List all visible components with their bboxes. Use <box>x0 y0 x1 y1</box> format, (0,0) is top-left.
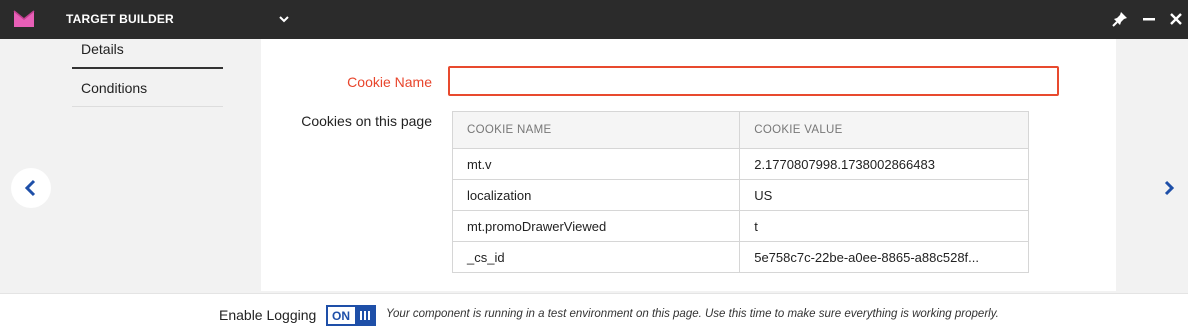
minimize-icon[interactable] <box>1140 10 1158 28</box>
footer-bar: Enable Logging ON Your component is runn… <box>0 293 1188 333</box>
logging-toggle[interactable]: ON <box>326 305 376 326</box>
title-bar: TARGET BUILDER <box>0 0 1188 39</box>
cookie-value-cell: t <box>739 210 1029 242</box>
chevron-left-icon <box>24 179 36 197</box>
column-header-cookie-name: COOKIE NAME <box>451 111 741 149</box>
cookie-name-cell: _cs_id <box>451 241 741 273</box>
column-header-cookie-value: COOKIE VALUE <box>739 111 1029 149</box>
tab-conditions[interactable]: Conditions <box>72 69 223 107</box>
app-title: TARGET BUILDER <box>66 12 174 26</box>
cookies-table: COOKIE NAME COOKIE VALUE mt.v 2.17708079… <box>451 111 1029 273</box>
test-environment-message: Your component is running in a test envi… <box>386 308 999 320</box>
cookie-name-label: Cookie Name <box>347 74 432 90</box>
toggle-state-label: ON <box>332 309 350 323</box>
tab-details[interactable]: Details <box>72 39 223 69</box>
table-row[interactable]: mt.promoDrawerViewed t <box>451 210 1029 242</box>
pin-icon[interactable] <box>1111 10 1129 28</box>
table-row[interactable]: mt.v 2.1770807998.1738002866483 <box>451 148 1029 180</box>
table-header-row: COOKIE NAME COOKIE VALUE <box>451 111 1029 149</box>
main-panel: Cookie Name Cookies on this page COOKIE … <box>261 39 1116 291</box>
cookie-value-cell: 5e758c7c-22be-a0ee-8865-a88c528f... <box>739 241 1029 273</box>
next-button[interactable] <box>1158 175 1182 201</box>
table-row[interactable]: localization US <box>451 179 1029 211</box>
cookie-value-cell: 2.1770807998.1738002866483 <box>739 148 1029 180</box>
cookie-name-cell: mt.promoDrawerViewed <box>451 210 741 242</box>
toggle-knob <box>355 307 374 324</box>
m-logo-icon <box>13 10 35 27</box>
chevron-down-icon[interactable] <box>277 12 291 26</box>
chevron-right-icon <box>1164 180 1175 196</box>
table-row[interactable]: _cs_id 5e758c7c-22be-a0ee-8865-a88c528f.… <box>451 241 1029 273</box>
enable-logging-label: Enable Logging <box>219 307 317 323</box>
cookies-on-page-label: Cookies on this page <box>301 113 432 129</box>
cookie-name-cell: mt.v <box>451 148 741 180</box>
prev-button[interactable] <box>11 168 51 208</box>
cookie-value-cell: US <box>739 179 1029 211</box>
tab-list: Details Conditions <box>72 39 223 107</box>
cookie-name-input[interactable] <box>448 66 1059 96</box>
close-icon[interactable] <box>1167 10 1185 28</box>
cookie-name-cell: localization <box>451 179 741 211</box>
